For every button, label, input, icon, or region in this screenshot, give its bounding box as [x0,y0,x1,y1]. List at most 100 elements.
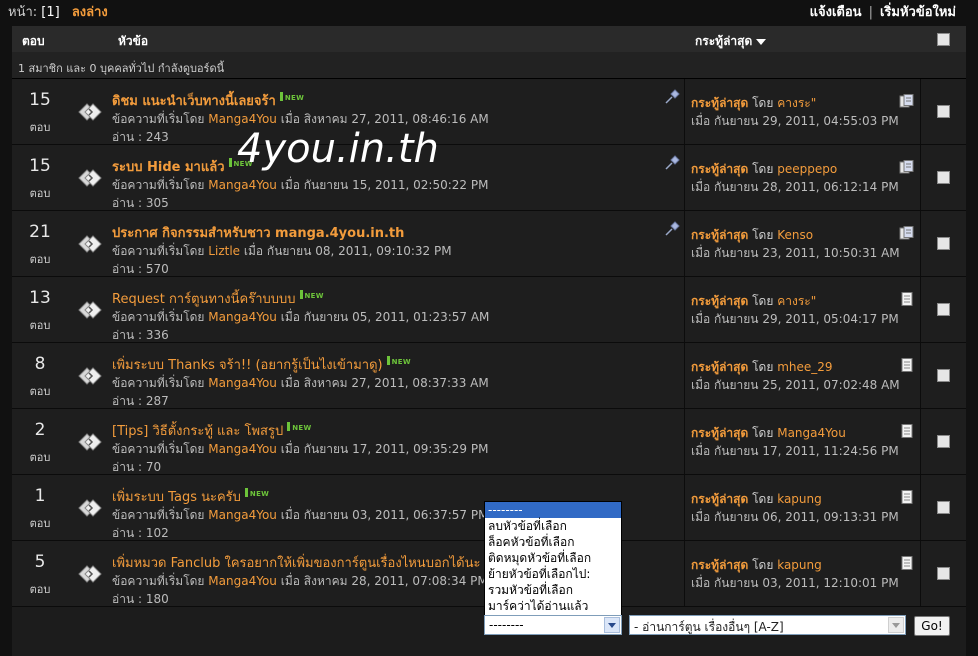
header-last-post[interactable]: กระทู้ล่าสุด [695,32,767,51]
topic-cell: เพิ่มระบบ Thanks จร้า!! (อยากรู้เป็นไงเข… [112,343,686,408]
topic-date: สิงหาคม 27, 2011, 08:37:33 AM [303,376,489,390]
last-post-link[interactable]: กระทู้ล่าสุด [691,360,748,374]
topic-title-link[interactable]: เพิ่มระบบ Thanks จร้า!! (อยากรู้เป็นไงเข… [112,354,411,375]
last-post-link[interactable]: กระทู้ล่าสุด [691,558,748,572]
new-badge-label: NEW [284,94,305,102]
move-target-select[interactable]: - อ่านการ์ตูน เรื่องอื่นๆ [A-Z] [629,615,906,635]
topic-author-link[interactable]: Manga4You [208,574,277,588]
quick-mod-option[interactable]: -------- [485,502,621,518]
last-post-user-link[interactable]: คางระ" [777,294,816,308]
last-post-page-icon[interactable] [899,556,915,570]
last-post-line: กระทู้ล่าสุด โดย mhee_29 [691,358,833,377]
topic-checkbox[interactable] [937,303,950,316]
topic-checkbox[interactable] [937,105,950,118]
go-button[interactable]: Go! [914,616,950,636]
topic-title-link[interactable]: ระบบ Hide มาแล้ว NEW [112,156,253,177]
go-down-link[interactable]: ลงล่าง [72,5,108,20]
last-post-user-link[interactable]: mhee_29 [777,360,832,374]
quick-mod-select[interactable]: -------- [484,615,622,635]
last-post-link[interactable]: กระทู้ล่าสุด [691,228,748,242]
topic-author-link[interactable]: Manga4You [208,442,277,456]
last-post-user-link[interactable]: คางระ" [777,96,816,110]
quick-mod-option[interactable]: ล็อคหัวข้อที่เลือก [485,534,621,550]
last-post-line: กระทู้ล่าสุด โดย kapung [691,490,822,509]
topic-title-link[interactable]: Request การ์ตูนทางนี้คร๊าบบบบ NEW [112,288,324,309]
topic-date: สิงหาคม 28, 2011, 07:08:34 PM [303,574,488,588]
select-cell [920,343,967,408]
topic-title-link[interactable]: [Tips] วิธีตั้งกระทู้ และ โพสรูป NEW [112,420,311,441]
started-by-label: ข้อความที่เริ่มโดย [112,442,205,456]
header-replies[interactable]: ตอบ [22,32,45,51]
pagination: หน้า: [1] ลงล่าง [8,1,108,22]
topic-checkbox[interactable] [937,237,950,250]
select-cell [920,79,967,144]
last-post-page-icon[interactable] [899,226,915,240]
new-badge-icon[interactable]: NEW [299,290,324,300]
last-post-page-icon[interactable] [899,358,915,372]
last-post-link[interactable]: กระทู้ล่าสุด [691,96,748,110]
new-badge-icon[interactable]: NEW [279,92,305,102]
last-post-page-icon[interactable] [899,94,915,108]
quick-mod-option[interactable]: มาร์คว่าได้อ่านแล้ว [485,598,621,614]
read-count: อ่าน : 180 [112,592,169,606]
topic-author-link[interactable]: Manga4You [208,310,277,324]
topic-checkbox[interactable] [937,171,950,184]
last-post-user-link[interactable]: Kenso [777,228,813,242]
notify-link[interactable]: แจ้งเตือน [810,5,862,20]
topic-arrow-icon [76,564,102,584]
topic-meta: ข้อความที่เริ่มโดย Liztle เมื่อ กันยายน … [112,242,452,261]
topic-author-link[interactable]: Manga4You [208,178,277,192]
chevron-down-icon[interactable] [604,617,620,633]
date-prefix: เมื่อ [280,508,300,522]
new-topic-link[interactable]: เริ่มหัวข้อใหม่ [880,5,956,20]
topic-checkbox[interactable] [937,369,950,382]
topic-author-link[interactable]: Liztle [208,244,240,258]
select-all-checkbox[interactable] [937,33,950,46]
new-badge-icon[interactable]: NEW [244,488,269,498]
last-post-user-link[interactable]: kapung [777,558,822,572]
last-post-page-icon[interactable] [899,424,915,438]
last-post-user-link[interactable]: kapung [777,492,822,506]
last-post-date: เมื่อ กันยายน 17, 2011, 11:24:56 PM [691,444,899,458]
topic-checkbox[interactable] [937,567,950,580]
top-bar: หน้า: [1] ลงล่าง แจ้งเตือน | เริ่มหัวข้อให… [0,0,978,22]
topic-author-link[interactable]: Manga4You [208,508,277,522]
header-subject[interactable]: หัวข้อ [118,32,148,51]
topic-title-link[interactable]: เพิ่มหมวด Fanclub ใครอยากให้เพิ่มของการ์… [112,552,480,573]
last-post-page-icon[interactable] [899,160,915,174]
quick-mod-option[interactable]: รวมหัวข้อที่เลือก [485,582,621,598]
topic-checkbox[interactable] [937,501,950,514]
last-post-cell: กระทู้ล่าสุด โดย kapung เมื่อ กันยายน 06,… [684,475,921,540]
new-badge-icon[interactable]: NEW [287,422,311,432]
quick-mod-option[interactable]: ลบหัวข้อที่เลือก [485,518,621,534]
reply-count: 15 [29,90,51,110]
last-post-link[interactable]: กระทู้ล่าสุด [691,492,748,506]
topic-title: ระบบ Hide มาแล้ว [112,160,225,175]
topic-title-link[interactable]: ดิชม แนะนำเว็บทางนี้เลยจร้า NEW [112,90,304,111]
chevron-down-icon[interactable] [888,617,904,633]
page-current[interactable]: [1] [41,5,59,20]
topic-author-link[interactable]: Manga4You [208,112,277,126]
topic-title: Request การ์ตูนทางนี้คร๊าบบบบ [112,292,296,307]
last-post-link[interactable]: กระทู้ล่าสุด [691,294,748,308]
last-post-page-icon[interactable] [899,292,915,306]
quick-mod-dropdown-list[interactable]: -------- ลบหัวข้อที่เลือก ล็อคหัวข้อที่เลื… [484,501,622,616]
topic-author-link[interactable]: Manga4You [208,376,277,390]
last-post-link[interactable]: กระทู้ล่าสุด [691,162,748,176]
topic-title-link[interactable]: เพิ่มระบบ Tags นะครับ NEW [112,486,269,507]
topic-title-link[interactable]: ประกาศ กิจกรรมสำหรับชาว manga.4you.in.th [112,222,404,243]
last-post-cell: กระทู้ล่าสุด โดย peeppepo เมื่อ กันยายน 2… [684,145,921,210]
move-target-value: - อ่านการ์ตูน เรื่องอื่นๆ [A-Z] [634,620,784,634]
quick-mod-option[interactable]: ย้ายหัวข้อที่เลือกไป: [485,566,621,582]
last-post-page-icon[interactable] [899,490,915,504]
by-label: โดย [752,228,774,242]
reply-count: 5 [34,552,46,572]
quick-mod-option[interactable]: ติดหมุดหัวข้อที่เลือก [485,550,621,566]
topic-checkbox[interactable] [937,435,950,448]
last-post-user-link[interactable]: peeppepo [777,162,837,176]
new-badge-icon[interactable]: NEW [386,356,411,366]
last-post-user-link[interactable]: Manga4You [777,426,846,440]
sort-desc-icon [756,38,767,45]
last-post-link[interactable]: กระทู้ล่าสุด [691,426,748,440]
table-row: 15 ตอบ ระบบ Hide มาแล้ว NEW ข้อความที่เริ่มโ… [12,145,966,211]
